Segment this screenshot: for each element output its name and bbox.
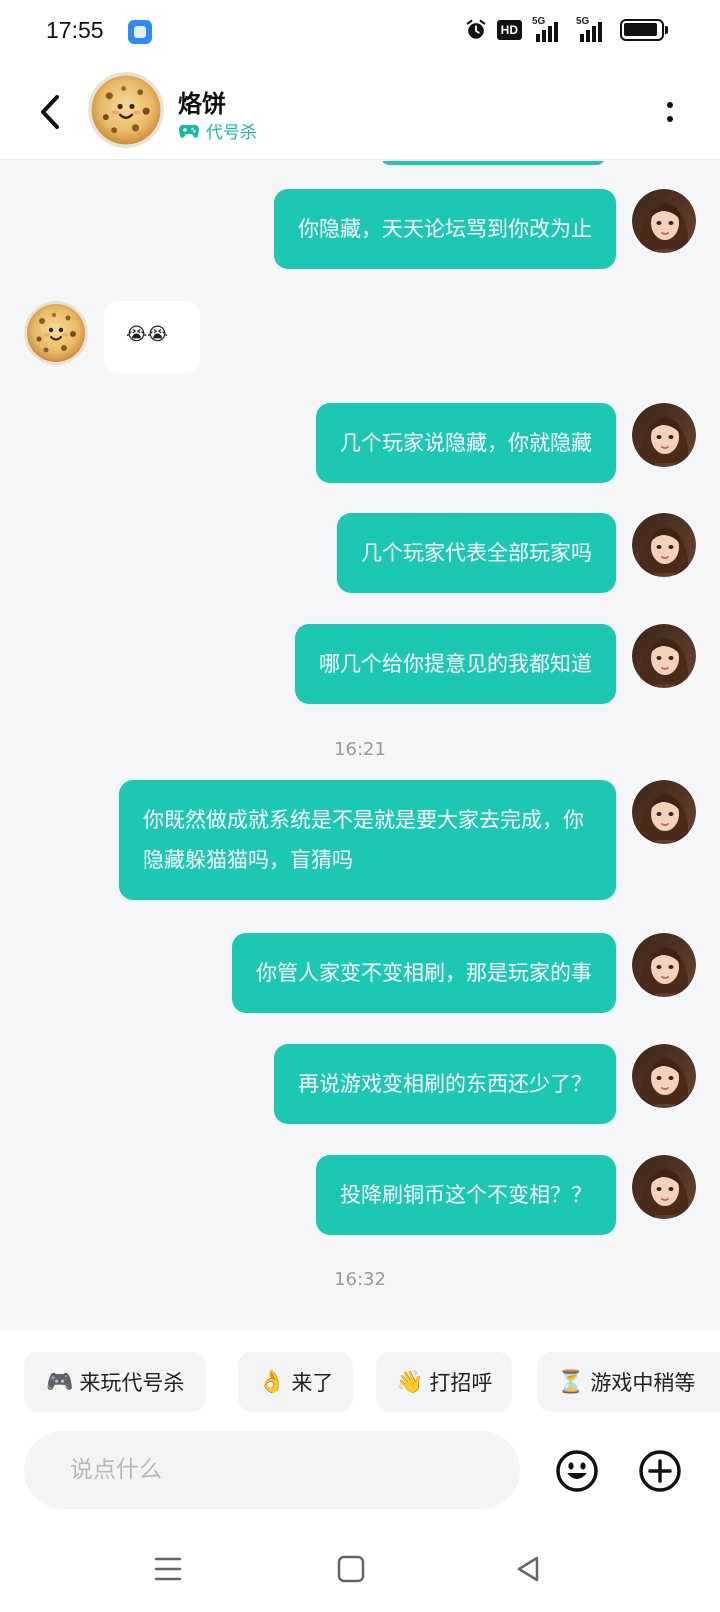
message-text: 投降刷铜币这个不变相？？ — [340, 1183, 592, 1207]
game-tag-label: 代号杀 — [206, 123, 257, 143]
system-nav-bar — [0, 1527, 720, 1612]
my-avatar[interactable] — [632, 1155, 696, 1219]
previous-message-bubble — [380, 161, 606, 165]
outgoing-message-bubble[interactable]: 再说游戏变相刷的东西还少了？ — [274, 1044, 616, 1124]
outgoing-message-bubble[interactable]: 你既然做成就系统是不是就是要大家去完成，你隐藏躲猫猫吗，盲猜吗 — [119, 780, 616, 900]
my-avatar[interactable] — [632, 780, 696, 844]
contact-avatar[interactable] — [24, 301, 88, 365]
quick-reply-label: 来了 — [291, 1371, 334, 1395]
outgoing-message-bubble[interactable]: 几个玩家代表全部玩家吗 — [337, 513, 616, 593]
message-timestamp: 16:21 — [334, 739, 386, 760]
message-text: 哪几个给你提意见的我都知道 — [319, 652, 592, 676]
message-text: 再说游戏变相刷的东西还少了？ — [298, 1072, 592, 1096]
status-bar: 17:55 HD 5G 5G — [0, 0, 720, 64]
ok-hand-emoji-icon: 👌 — [258, 1369, 286, 1395]
waving-hand-emoji-icon: 👋 — [396, 1369, 424, 1395]
my-avatar[interactable] — [632, 933, 696, 997]
gamepad-emoji-icon: 🎮 — [46, 1369, 74, 1395]
alarm-icon — [466, 19, 485, 39]
contact-avatar[interactable] — [88, 72, 164, 148]
hd-badge: HD — [496, 20, 522, 40]
menu-icon[interactable] — [150, 1551, 186, 1587]
message-text: 几个玩家代表全部玩家吗 — [361, 541, 592, 565]
quick-reply-label: 来玩代号杀 — [79, 1371, 185, 1395]
quick-reply-bar: 🎮 来玩代号杀 👌 来了 👋 打招呼 ⏳ 游戏中稍等 — [0, 1331, 720, 1427]
signal-icon: 5G — [532, 16, 566, 42]
incoming-message-bubble[interactable]: 😭😭 — [104, 301, 200, 373]
emoji-icon[interactable] — [555, 1449, 599, 1493]
more-dot-icon — [667, 116, 673, 122]
quick-reply-label: 游戏中稍等 — [590, 1371, 696, 1395]
home-icon[interactable] — [333, 1551, 369, 1587]
message-composer — [0, 1427, 720, 1527]
contact-name: 烙饼 — [178, 90, 226, 118]
quick-reply-chip[interactable]: 👋 打招呼 — [376, 1352, 513, 1412]
status-time: 17:55 — [46, 17, 104, 43]
outgoing-message-bubble[interactable]: 你隐藏，天天论坛骂到你改为止 — [274, 189, 616, 269]
my-avatar[interactable] — [632, 189, 696, 253]
my-avatar[interactable] — [632, 624, 696, 688]
message-text: 你隐藏，天天论坛骂到你改为止 — [298, 217, 592, 241]
back-button[interactable] — [30, 88, 70, 136]
message-list[interactable]: 你隐藏，天天论坛骂到你改为止 😭😭 几个玩家说隐藏，你就隐藏 几个玩家代表全部玩… — [0, 161, 720, 1331]
quick-reply-label: 打招呼 — [429, 1371, 493, 1395]
plus-icon[interactable] — [638, 1449, 682, 1493]
chat-header: 烙饼 代号杀 — [0, 64, 720, 160]
notification-app-icon — [128, 20, 152, 44]
status-indicators: HD 5G 5G — [465, 16, 668, 42]
signal-icon: 5G — [576, 16, 610, 42]
game-tag[interactable]: 代号杀 — [178, 118, 257, 143]
my-avatar[interactable] — [632, 403, 696, 467]
my-avatar[interactable] — [632, 1044, 696, 1108]
outgoing-message-bubble[interactable]: 你管人家变不变相刷，那是玩家的事 — [232, 933, 616, 1013]
message-text: 你既然做成就系统是不是就是要大家去完成，你隐藏躲猫猫吗，盲猜吗 — [143, 808, 584, 872]
more-options-button[interactable] — [660, 94, 680, 130]
message-emoji: 😭😭 — [126, 324, 169, 345]
message-text: 几个玩家说隐藏，你就隐藏 — [340, 431, 592, 455]
hourglass-emoji-icon: ⏳ — [557, 1369, 585, 1395]
battery-icon — [620, 19, 668, 41]
my-avatar[interactable] — [632, 513, 696, 577]
back-arrow-icon — [41, 95, 59, 129]
gamepad-icon — [179, 124, 199, 138]
outgoing-message-bubble[interactable]: 投降刷铜币这个不变相？？ — [316, 1155, 616, 1235]
quick-reply-chip[interactable]: 🎮 来玩代号杀 — [24, 1352, 207, 1412]
quick-reply-chip[interactable]: ⏳ 游戏中稍等 — [537, 1352, 720, 1412]
more-dot-icon — [667, 102, 673, 108]
message-input[interactable] — [24, 1431, 520, 1509]
back-triangle-icon[interactable] — [510, 1551, 546, 1587]
quick-reply-chip[interactable]: 👌 来了 — [238, 1352, 354, 1412]
message-text: 你管人家变不变相刷，那是玩家的事 — [256, 961, 592, 985]
outgoing-message-bubble[interactable]: 几个玩家说隐藏，你就隐藏 — [316, 403, 616, 483]
message-timestamp: 16:32 — [334, 1269, 386, 1290]
outgoing-message-bubble[interactable]: 哪几个给你提意见的我都知道 — [295, 624, 616, 704]
